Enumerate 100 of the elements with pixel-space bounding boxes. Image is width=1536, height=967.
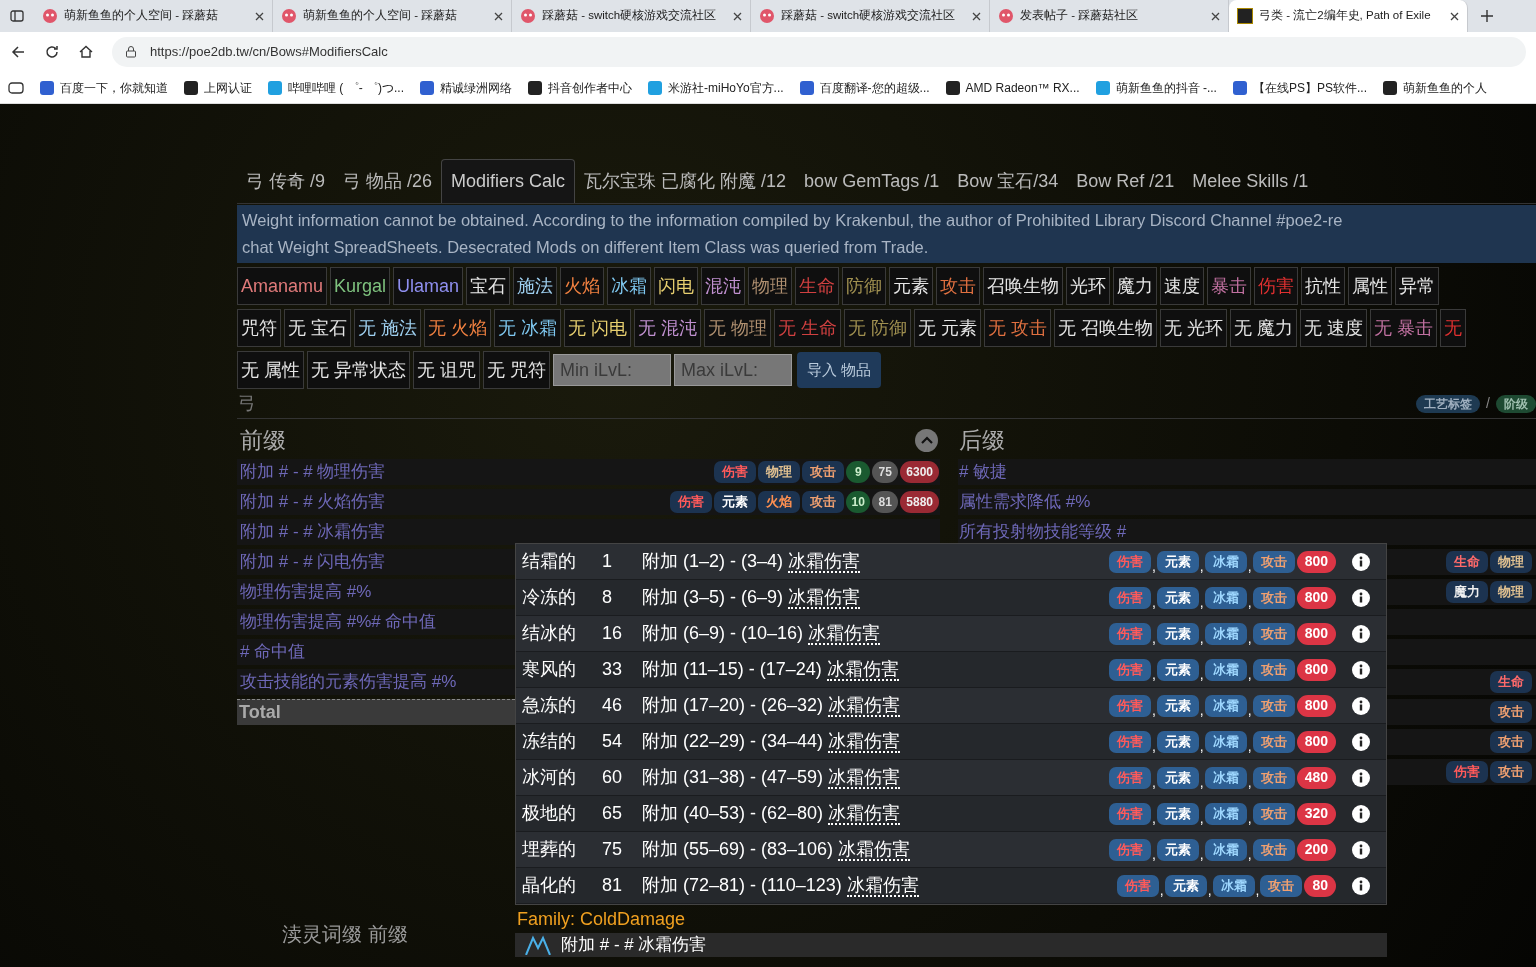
tier-level: 81 [602,874,624,897]
separator-text: , [1199,594,1204,609]
damage-term: 冰霜伤害 [838,838,911,861]
tag-pill: 伤害 [1108,586,1151,609]
tag-pill: 攻击 [1252,658,1295,681]
craft-tag-badge: 工艺标签 [1416,394,1481,413]
tag-pill: 攻击 [802,461,845,483]
tier-name: 极地的 [521,802,577,825]
damage-term: 冰霜伤害 [808,622,881,645]
notice-text: chat Weight SpreadSheets. Desecrated Mods on different Item Class was queried from Trade. [242,237,930,258]
separator-text: , [1151,594,1156,609]
weight-badge: 800 [1296,586,1336,609]
tier-level: 8 [602,586,613,609]
tag-pill: 伤害 [670,491,713,513]
tier-name: 冰河的 [521,766,577,789]
modifier-text: # 命中值 [240,641,306,664]
separator-text: , [1247,666,1252,681]
modifier-text: 所有投射物技能等级 # [959,521,1127,544]
family-label: Family: ColdDamage [517,908,687,931]
tier-stat: 附加 (55–69) - (83–106) [642,838,834,861]
tag-pill: 元素 [714,491,757,513]
tag-pill: 攻击 [1490,701,1532,723]
tag-pill: 伤害 [1108,838,1151,861]
weight-badge: 320 [1296,802,1336,825]
tab-title: 萌新鱼鱼的个人空间 - 踩蘑菇 [64,8,220,24]
tab-title: 踩蘑菇 - switch硬核游戏交流社区 [542,8,718,24]
tag-pill: 冰霜 [1204,730,1247,753]
tier-stat: 附加 (40–53) - (62–80) [642,802,824,825]
modifier-text: 属性需求降低 #% [959,491,1091,514]
separator-text: , [1255,882,1260,897]
tag-pill: 元素 [1156,838,1199,861]
tag-pill: 攻击 [1490,761,1532,783]
damage-term: 冰霜伤害 [828,802,901,825]
tag-pill: 冰霜 [1204,550,1247,573]
tag-pill: 元素 [1156,802,1199,825]
tag-pill: 攻击 [1490,731,1532,753]
separator-text: , [1199,666,1204,681]
separator-text: , [1199,810,1204,825]
tag-pill: 伤害 [1108,730,1151,753]
tier-name: 冻结的 [521,730,577,753]
weight-badge: 800 [1296,730,1336,753]
tag-pill: 攻击 [1260,874,1303,897]
modifier-text: 附加 # - # 火焰伤害 [240,491,386,514]
tag-pill: 生命 [1446,551,1488,573]
tier-stat: 附加 (22–29) - (34–44) [642,730,824,753]
damage-term: 冰霜伤害 [828,694,901,717]
tag-pill: 攻击 [1252,586,1295,609]
tier-level: 60 [602,766,624,789]
tag-pill: 攻击 [1252,766,1295,789]
separator-text: , [1199,558,1204,573]
tag-pill: 物理 [758,461,801,483]
separator-text: , [1151,666,1156,681]
section-label: 弓 [238,392,256,415]
tab-title: 踩蘑菇 - switch硬核游戏交流社区 [781,8,957,24]
ilvl-badge: 75 [872,461,899,483]
damage-term: 冰霜伤害 [846,874,919,897]
tag-pill: 魔力 [1446,581,1488,603]
tier-stat: 附加 (72–81) - (110–123) [642,874,842,897]
separator-text: , [1151,702,1156,717]
tag-pill: 伤害 [1108,694,1151,717]
tier-stat: 附加 (1–2) - (3–4) [642,550,784,573]
tag-pill: 冰霜 [1204,838,1247,861]
tag-pill: 攻击 [1252,622,1295,645]
damage-term: 冰霜伤害 [788,550,861,573]
tier-level: 54 [602,730,624,753]
ilvl-badge: 81 [872,491,899,513]
weight-badge: 800 [1296,622,1336,645]
damage-term: 冰霜伤害 [788,586,861,609]
tag-pill: 攻击 [1252,694,1295,717]
weight-badge: 800 [1296,694,1336,717]
tag-pill: 伤害 [714,461,757,483]
tier-badge: 阶级 [1496,394,1536,413]
weight-badge: 800 [1296,550,1336,573]
tag-pill: 伤害 [1108,802,1151,825]
tag-pill: 冰霜 [1204,658,1247,681]
tag-pill: 伤害 [1446,761,1488,783]
tab-title: 弓类 - 流亡2编年史, Path of Exile [1259,8,1432,24]
separator-text: , [1199,630,1204,645]
separator-text: , [1247,846,1252,861]
tag-pill: 攻击 [1252,730,1295,753]
weight-badge: 800 [1296,658,1336,681]
damage-term: 冰霜伤害 [828,766,901,789]
modifier-text: # 敏捷 [959,461,1008,484]
tag-pill: 冰霜 [1212,874,1255,897]
tag-pill: 元素 [1164,874,1207,897]
tag-pill: 伤害 [1116,874,1159,897]
separator-text: , [1247,774,1252,789]
separator-text: , [1159,882,1164,897]
separator-text: , [1199,738,1204,753]
tag-pill: 攻击 [1252,802,1295,825]
separator-text: , [1247,702,1252,717]
suffix-heading: 后缀 [959,425,1005,455]
tag-pill: 物理 [1490,581,1532,603]
tag-pill: 元素 [1156,622,1199,645]
tag-pill: 元素 [1156,766,1199,789]
tag-pill: 冰霜 [1204,694,1247,717]
separator-text: , [1151,738,1156,753]
tier-level: 33 [602,658,624,681]
tag-pill: 冰霜 [1204,622,1247,645]
tier-stat: 附加 (31–38) - (47–59) [642,766,824,789]
